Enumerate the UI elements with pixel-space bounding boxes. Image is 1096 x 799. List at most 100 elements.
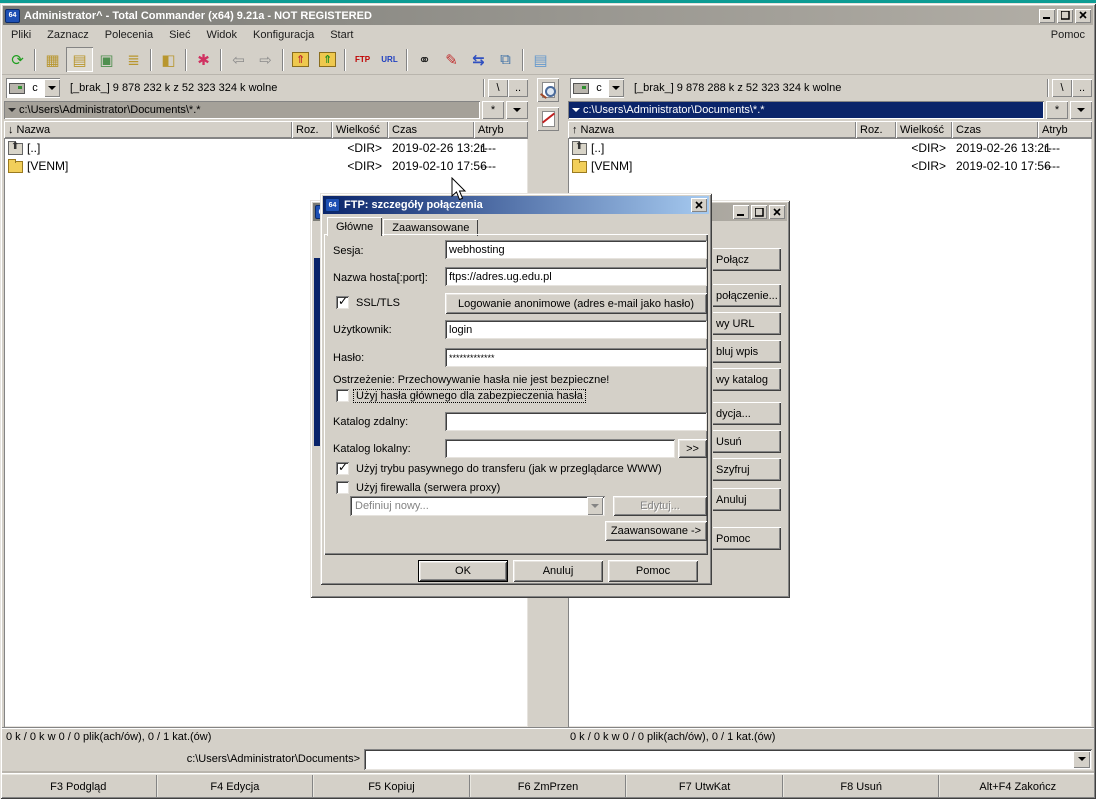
host-input[interactable]	[445, 267, 707, 286]
menu-item-widok[interactable]: Widok	[198, 27, 245, 43]
file-row[interactable]: [..] <DIR> 2019-02-26 13:21 r---	[569, 139, 1092, 157]
search-icon[interactable]: ⚭	[411, 47, 438, 72]
left-header-wielkosc[interactable]: Wielkość	[332, 121, 388, 138]
minimize-button[interactable]	[733, 205, 749, 219]
command-input[interactable]	[366, 751, 1073, 768]
browse-local-dir-button[interactable]: >>	[678, 439, 707, 458]
username-input[interactable]	[445, 320, 707, 339]
new-connection-button[interactable]: połączenie...	[713, 284, 781, 307]
left-root-button[interactable]: \	[488, 79, 508, 97]
menu-item-polecenia[interactable]: Polecenia	[97, 27, 161, 43]
cancel-button[interactable]: Anuluj	[713, 488, 781, 511]
edit-entry-button[interactable]: dycja...	[713, 402, 781, 425]
ftp-url-icon[interactable]: URL	[376, 47, 403, 72]
proxy-select[interactable]: Definiuj nowy...	[350, 496, 605, 516]
multi-rename-icon[interactable]: ✎	[438, 47, 465, 72]
forward-icon[interactable]: ⇨	[252, 47, 279, 72]
session-input[interactable]	[445, 240, 707, 259]
quick-view-icon[interactable]: ◧	[155, 47, 182, 72]
dialog-close-button[interactable]	[691, 198, 707, 212]
file-row[interactable]: [VENM] <DIR> 2019-02-10 17:56 ----	[569, 157, 1092, 175]
brief-view-icon[interactable]: ▦	[39, 47, 66, 72]
left-history-button[interactable]	[506, 101, 528, 119]
command-history-icon[interactable]	[1073, 751, 1090, 768]
fkey-f7-utwkat[interactable]: F7 UtwKat	[626, 774, 783, 799]
ftp-connect-icon[interactable]: FTP	[349, 47, 376, 72]
minimize-button[interactable]	[1039, 9, 1055, 23]
password-input[interactable]	[445, 348, 707, 367]
select-filter-icon[interactable]: ✱	[190, 47, 217, 72]
left-header-roz[interactable]: Roz.	[292, 121, 332, 138]
edit-file-icon[interactable]	[537, 107, 559, 131]
left-drive-combo[interactable]: c	[6, 78, 60, 98]
right-header-czas[interactable]: Czas	[952, 121, 1038, 138]
left-header-czas[interactable]: Czas	[388, 121, 474, 138]
left-path-bar[interactable]: c:\Users\Administrator\Documents\*.*	[4, 101, 480, 119]
fkey-altf4-zakoncz[interactable]: Alt+F4 Zakończ	[939, 774, 1096, 799]
left-up-button[interactable]: ..	[508, 79, 528, 97]
menu-item-pliki[interactable]: Pliki	[3, 27, 39, 43]
fkey-f3-podglad[interactable]: F3 Podgląd	[0, 774, 157, 799]
sync-dirs-icon[interactable]: ⇆	[465, 47, 492, 72]
maximize-button[interactable]	[1057, 9, 1073, 23]
help-button[interactable]: Pomoc	[608, 560, 698, 582]
close-button[interactable]	[769, 205, 785, 219]
unpack-icon[interactable]: ⇑	[314, 47, 341, 72]
menu-item-konfiguracja[interactable]: Konfiguracja	[245, 27, 322, 43]
delete-entry-button[interactable]: Usuń	[713, 430, 781, 453]
encrypt-button[interactable]: Szyfruj	[713, 458, 781, 481]
preview-file-icon[interactable]	[537, 78, 559, 102]
menu-item-start[interactable]: Start	[322, 27, 361, 43]
fkey-f5-kopiuj[interactable]: F5 Kopiuj	[313, 774, 470, 799]
left-header-atryb[interactable]: Atryb	[474, 121, 528, 138]
help-button[interactable]: Pomoc	[713, 527, 781, 550]
right-header-roz[interactable]: Roz.	[856, 121, 896, 138]
left-filter-button[interactable]: *	[482, 101, 504, 119]
file-row[interactable]: [VENM] <DIR> 2019-02-10 17:56 ----	[5, 157, 528, 175]
right-header-nazwa[interactable]: ↑Nazwa	[568, 121, 856, 138]
thumbnails-view-icon[interactable]: ▣	[93, 47, 120, 72]
firewall-checkbox[interactable]	[336, 481, 349, 494]
copy-clipboard-icon[interactable]: ⧉	[492, 47, 519, 72]
ssl-checkbox[interactable]	[336, 296, 349, 309]
fkey-f6-zmprzen[interactable]: F6 ZmPrzen	[470, 774, 627, 799]
master-password-checkbox[interactable]	[336, 389, 349, 402]
notepad-icon[interactable]: ▤	[527, 47, 554, 72]
file-row[interactable]: [..] <DIR> 2019-02-26 13:21 r---	[5, 139, 528, 157]
full-view-icon[interactable]: ▤	[66, 47, 93, 72]
back-icon[interactable]: ⇦	[225, 47, 252, 72]
anonymous-login-button[interactable]: Logowanie anonimowe (adres e-mail jako h…	[445, 293, 707, 314]
remote-dir-input[interactable]	[445, 412, 707, 431]
menu-item-pomoc[interactable]: Pomoc	[1043, 27, 1093, 43]
right-history-button[interactable]	[1070, 101, 1092, 119]
right-drive-dropdown-icon[interactable]	[608, 79, 624, 97]
ok-button[interactable]: OK	[418, 560, 508, 582]
right-up-button[interactable]: ..	[1072, 79, 1092, 97]
menu-item-zaznacz[interactable]: Zaznacz	[39, 27, 97, 43]
tree-view-icon[interactable]: ≣	[120, 47, 147, 72]
connect-button[interactable]: Połącz	[713, 248, 781, 271]
passive-mode-checkbox[interactable]	[336, 462, 349, 475]
right-header-atryb[interactable]: Atryb	[1038, 121, 1092, 138]
refresh-icon[interactable]: ⟳	[4, 47, 31, 72]
right-header-wielkosc[interactable]: Wielkość	[896, 121, 952, 138]
close-button[interactable]	[1075, 9, 1091, 23]
maximize-button[interactable]	[751, 205, 767, 219]
fkey-f8-usun[interactable]: F8 Usuń	[783, 774, 940, 799]
pack-icon[interactable]: ⇑	[287, 47, 314, 72]
advanced-button[interactable]: Zaawansowane ->	[605, 521, 707, 541]
new-folder-button[interactable]: wy katalog	[713, 368, 781, 391]
menu-item-siec[interactable]: Sieć	[161, 27, 198, 43]
left-drive-dropdown-icon[interactable]	[44, 79, 60, 97]
right-root-button[interactable]: \	[1052, 79, 1072, 97]
cancel-button[interactable]: Anuluj	[513, 560, 603, 582]
local-dir-input[interactable]	[445, 439, 675, 458]
new-url-button[interactable]: wy URL	[713, 312, 781, 335]
right-path-bar[interactable]: c:\Users\Administrator\Documents\*.*	[568, 101, 1044, 119]
duplicate-entry-button[interactable]: bluj wpis	[713, 340, 781, 363]
right-filter-button[interactable]: *	[1046, 101, 1068, 119]
fkey-f4-edycja[interactable]: F4 Edycja	[157, 774, 314, 799]
tab-glowne[interactable]: Główne	[327, 217, 382, 236]
left-header-nazwa[interactable]: ↓Nazwa	[4, 121, 292, 138]
right-drive-combo[interactable]: c	[570, 78, 624, 98]
